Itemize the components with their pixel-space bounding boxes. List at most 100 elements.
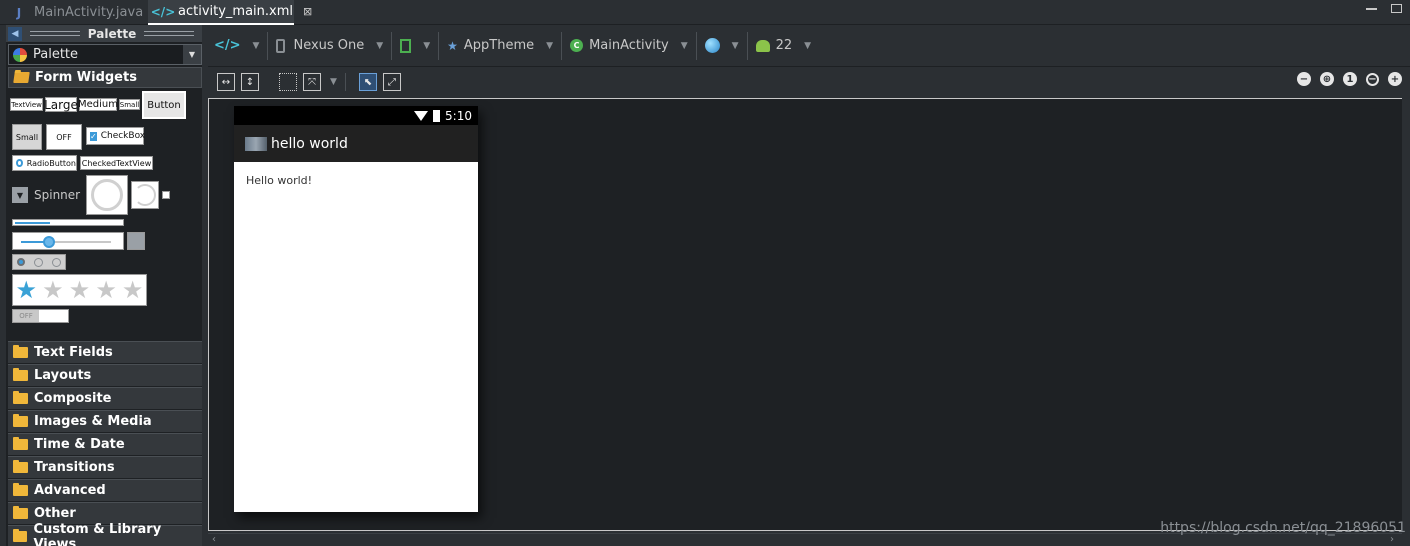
vertical-scrollbar[interactable] [1402, 98, 1410, 546]
category-label: Other [34, 506, 76, 521]
orientation-icon [400, 38, 412, 53]
drag-grip[interactable] [144, 31, 194, 36]
device-preview[interactable]: 5:10 hello world Hello world! [234, 106, 478, 512]
widget-small-text[interactable]: Small [119, 99, 140, 110]
star-filled-icon: ★ [15, 276, 38, 304]
api-level-label: 22 [775, 38, 793, 53]
category-time-date[interactable]: Time & Date [8, 433, 202, 455]
zoom-out-magnifier-icon[interactable]: − [1366, 72, 1379, 86]
category-layouts[interactable]: Layouts [8, 364, 202, 386]
widget-textview[interactable]: TextView [10, 98, 43, 111]
palette-icon [13, 47, 27, 62]
category-images-media[interactable]: Images & Media [8, 410, 202, 432]
category-text-fields[interactable]: Text Fields [8, 341, 202, 363]
locale-dropdown[interactable]: ▼ [699, 31, 745, 61]
canvas-toolbar: ↔ ↕ ⤧ ▼ ⬉ ⤢ [208, 68, 1410, 96]
hello-world-textview[interactable]: Hello world! [246, 174, 312, 187]
close-tab-icon[interactable]: ⊠ [303, 5, 312, 18]
widget-large-text[interactable]: Large [44, 97, 78, 112]
category-transitions[interactable]: Transitions [8, 456, 202, 478]
chevron-down-icon: ▼ [680, 40, 688, 51]
collapse-left-icon[interactable]: ◀ [8, 26, 22, 41]
category-label: Custom & Library Views [33, 521, 162, 546]
distribute-icon[interactable]: ⤧ [303, 73, 321, 91]
chevron-down-icon[interactable]: ▼ [183, 45, 201, 64]
widget-toggle-button[interactable]: OFF [46, 124, 82, 150]
show-in-palette-icon[interactable]: ⬉ [358, 73, 377, 91]
device-dropdown[interactable]: Nexus One ▼ [270, 31, 389, 61]
chevron-down-icon: ▼ [804, 40, 812, 51]
widget-spinner[interactable]: ▼ Spinner [12, 180, 84, 210]
widget-button[interactable]: Button [142, 91, 186, 119]
category-form-widgets[interactable]: Form Widgets [8, 67, 202, 88]
api-level-dropdown[interactable]: 22 ▼ [750, 31, 817, 61]
tab-label: MainActivity.java [34, 5, 144, 20]
maximize-icon[interactable] [1391, 4, 1402, 13]
theme-dropdown[interactable]: ★ AppTheme ▼ [441, 31, 559, 61]
xml-source-button[interactable]: </> ▼ [208, 31, 265, 61]
category-label: Advanced [34, 483, 106, 498]
radio-unselected-icon [33, 257, 43, 267]
toggle-fill-height-icon[interactable]: ↕ [241, 73, 259, 91]
category-label: Transitions [34, 460, 115, 475]
drag-grip[interactable] [30, 31, 80, 36]
category-label: Composite [34, 391, 112, 406]
minimize-icon[interactable] [1366, 7, 1377, 10]
widget-label: Spinner [34, 188, 81, 202]
widget-progressbar-normal[interactable] [131, 181, 159, 209]
category-composite[interactable]: Composite [8, 387, 202, 409]
zoom-fit-icon[interactable]: ⊕ [1320, 72, 1334, 86]
zoom-out-icon[interactable]: − [1297, 72, 1311, 86]
activity-dropdown[interactable]: C MainActivity ▼ [564, 31, 694, 61]
toolbar-divider [561, 31, 563, 60]
widget-progressbar-small[interactable] [162, 191, 170, 199]
palette-mode-dropdown[interactable]: Palette ▼ [8, 44, 202, 65]
widget-progressbar-horizontal[interactable] [12, 219, 124, 226]
chevron-down-icon: ▼ [423, 40, 431, 51]
chevron-down-icon: ▼ [376, 40, 384, 51]
device-action-bar[interactable]: hello world [234, 125, 478, 162]
widget-checkedtextview[interactable]: CheckedTextView [80, 156, 153, 170]
folder-icon [13, 506, 28, 519]
tab-label: activity_main.xml [178, 4, 294, 19]
show-included-in-icon[interactable]: ⤢ [382, 73, 401, 91]
star-empty-icon: ★ [95, 276, 117, 304]
scroll-left-icon[interactable]: ‹ [212, 534, 216, 545]
category-label: Form Widgets [35, 70, 137, 85]
widget-radiogroup[interactable] [12, 254, 66, 270]
zoom-in-icon[interactable]: + [1388, 72, 1402, 86]
chevron-down-icon[interactable]: ▼ [330, 77, 337, 87]
form-widgets-grid: TextView Large Medium Small Button Small… [8, 89, 202, 365]
widget-medium-text[interactable]: Medium [78, 98, 118, 111]
layout-editor: </> ▼ Nexus One ▼ ▼ ★ AppTheme ▼ C MainA… [208, 25, 1410, 546]
widget-small-button[interactable]: Small [12, 124, 42, 150]
widget-switch[interactable]: OFF [12, 309, 69, 323]
category-label: Time & Date [34, 437, 125, 452]
toolbar-divider [391, 31, 393, 60]
widget-progressbar-large[interactable] [86, 175, 128, 215]
toolbar-divider [267, 31, 269, 60]
palette-panel: ◀ Palette Palette ▼ Form Widgets TextVie… [6, 25, 202, 546]
tab-mainactivity-java[interactable]: J MainActivity.java [4, 0, 144, 25]
zoom-100-icon[interactable]: 1 [1343, 72, 1357, 86]
widget-ratingbar[interactable]: ★ ★ ★ ★ ★ [12, 274, 147, 306]
layout-margins-icon[interactable] [279, 73, 297, 91]
star-empty-icon: ★ [121, 276, 144, 304]
radio-unselected-icon [51, 257, 61, 267]
widget-radiobutton[interactable]: RadioButton [12, 155, 77, 171]
layout-canvas[interactable]: 5:10 hello world Hello world! [208, 98, 1402, 531]
widget-checkbox[interactable]: ✓ CheckBox [86, 127, 145, 145]
switch-thumb: OFF [13, 310, 39, 322]
orientation-dropdown[interactable]: ▼ [394, 31, 436, 61]
java-file-icon: J [16, 5, 22, 20]
tab-activity-main-xml[interactable]: </> activity_main.xml ⊠ [148, 0, 312, 25]
radio-selected-icon [17, 258, 26, 266]
widget-seekbar[interactable] [12, 232, 124, 250]
category-custom-library-views[interactable]: Custom & Library Views [8, 521, 202, 546]
toggle-fill-width-icon[interactable]: ↔ [217, 73, 235, 91]
seek-thumb-icon [43, 236, 55, 248]
category-advanced[interactable]: Advanced [8, 479, 202, 501]
star-icon: ★ [447, 38, 458, 53]
folder-icon [13, 391, 28, 404]
widget-quickcontactbadge[interactable] [127, 232, 145, 250]
